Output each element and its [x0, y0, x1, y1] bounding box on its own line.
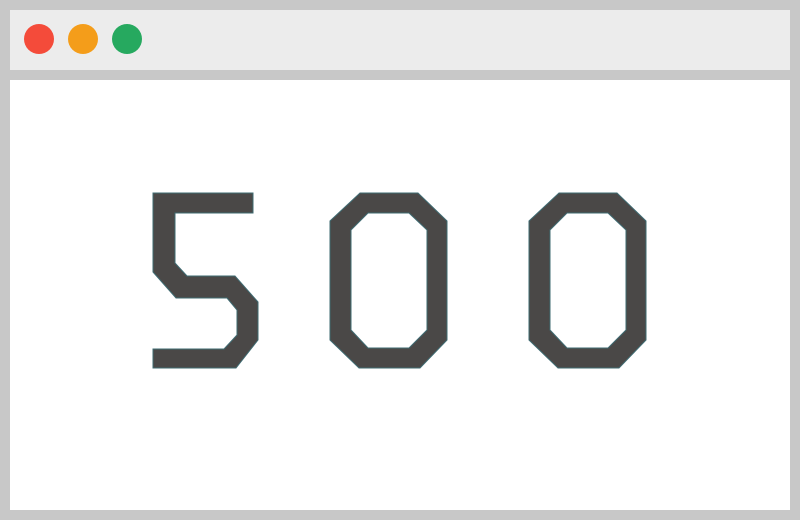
- minimize-window-button[interactable]: [68, 24, 98, 54]
- window-titlebar: [10, 10, 790, 70]
- error-code-500: [152, 192, 647, 369]
- browser-window: [0, 0, 800, 520]
- maximize-window-button[interactable]: [112, 24, 142, 54]
- page-content: [10, 80, 790, 510]
- digit-zero-second: [528, 192, 647, 369]
- close-window-button[interactable]: [24, 24, 54, 54]
- digit-five: [152, 192, 259, 369]
- digit-zero-first: [329, 192, 448, 369]
